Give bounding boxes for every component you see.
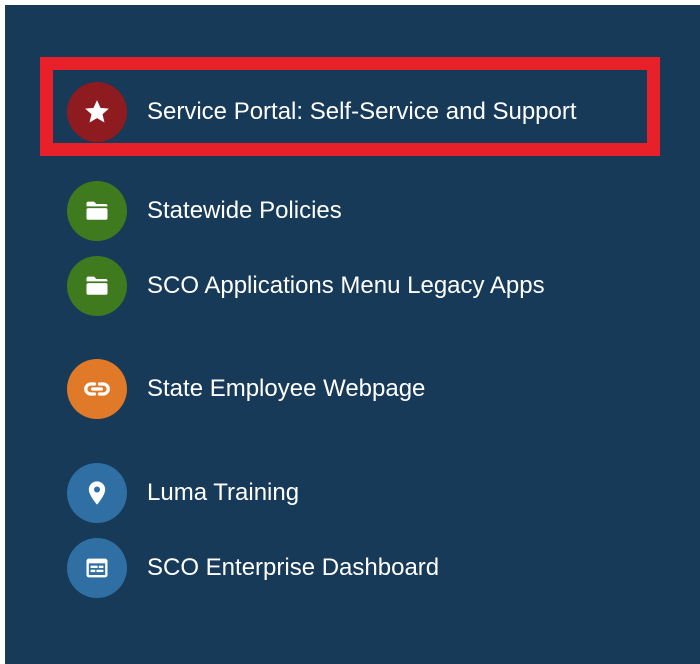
menu-item-luma-training[interactable]: Luma Training <box>67 463 667 523</box>
dashboard-icon <box>67 538 127 598</box>
menu-item-label: Statewide Policies <box>147 197 342 224</box>
menu-item-label: SCO Enterprise Dashboard <box>147 554 440 581</box>
star-icon <box>67 82 127 142</box>
menu-item-state-employee-webpage[interactable]: State Employee Webpage <box>67 359 667 419</box>
menu-item-label: Service Portal: Self-Service and Support <box>147 98 577 125</box>
menu-item-label: Luma Training <box>147 479 300 506</box>
navigation-panel: Service Portal: Self-Service and Support… <box>5 5 700 664</box>
menu-item-label: SCO Applications Menu Legacy Apps <box>147 272 545 299</box>
folder-icon <box>67 256 127 316</box>
menu-item-sco-enterprise-dashboard[interactable]: SCO Enterprise Dashboard <box>67 538 667 598</box>
folder-icon <box>67 181 127 241</box>
menu-item-service-portal[interactable]: Service Portal: Self-Service and Support <box>67 82 667 142</box>
location-pin-icon <box>67 463 127 523</box>
menu-item-label: State Employee Webpage <box>147 375 426 402</box>
menu-item-statewide-policies[interactable]: Statewide Policies <box>67 181 667 241</box>
link-icon <box>67 359 127 419</box>
menu-item-sco-applications[interactable]: SCO Applications Menu Legacy Apps <box>67 256 667 316</box>
